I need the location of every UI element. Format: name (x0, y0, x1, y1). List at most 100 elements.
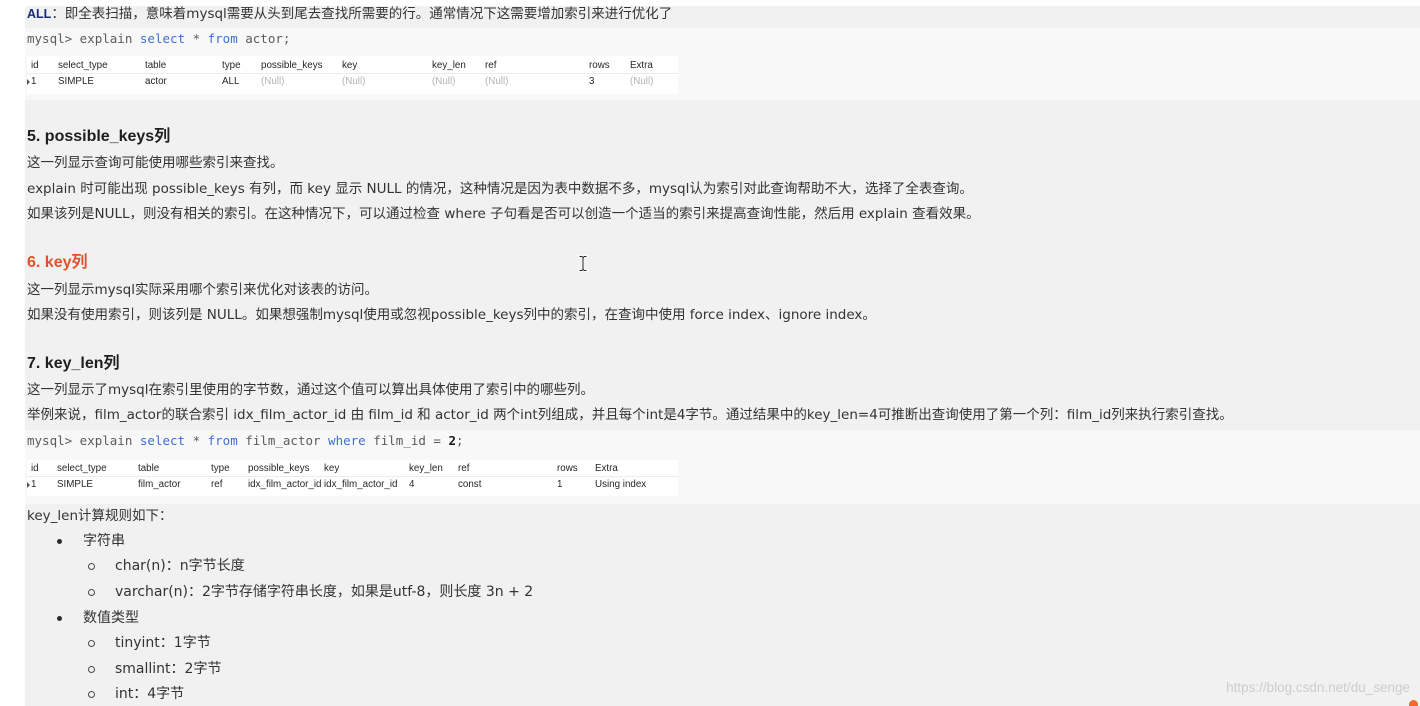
list-item-label: 数值类型 (83, 610, 139, 626)
column-header: table (138, 463, 160, 474)
row-indicator-icon (27, 79, 30, 85)
paragraph: 如果该列是NULL，则没有相关的索引。在这种情况下，可以通过检查 where 子… (27, 206, 980, 222)
list-item: int：4字节 (88, 684, 185, 704)
column-header: key_len (432, 60, 466, 71)
row-indicator-icon (27, 482, 30, 488)
paragraph: 这一列显示了mysql在索引里使用的字节数，通过这个值可以算出具体使用了索引中的… (27, 382, 594, 398)
column-header: select_type (58, 60, 108, 71)
column-header: type (222, 60, 241, 71)
list-item: char(n)：n字节长度 (88, 556, 245, 576)
table-cell: (Null) (342, 76, 366, 87)
column-header: select_type (57, 463, 107, 474)
code-star: * (185, 433, 208, 448)
list-item-string-types: 字符串 (57, 531, 125, 551)
list-item-label: int：4字节 (115, 686, 185, 702)
code-keyword-select: select (139, 31, 186, 46)
table-cell: Using index (595, 479, 647, 490)
code-condition: film_id = (365, 433, 449, 448)
list-item-label: char(n)：n字节长度 (115, 558, 245, 574)
code-terminator: ; (456, 433, 464, 448)
floating-widget-edge (1409, 700, 1418, 706)
table-row: 1 SIMPLE film_actor ref idx_film_actor_i… (27, 477, 678, 493)
section-heading-possible-keys: 5. possible_keys列 (27, 128, 171, 145)
bullet-disc-icon (57, 538, 62, 544)
table-cell: 1 (557, 479, 563, 490)
column-header: key (342, 60, 358, 71)
term-description: ：即全表扫描，意味着mysql需要从头到尾去查找所需要的行。通常情况下这需要增加… (51, 6, 673, 22)
sql-command-actor: mysql> explain select * from actor; (27, 29, 290, 49)
key-len-rules-intro: key_len计算规则如下： (27, 508, 173, 524)
type-all-description: ALL：即全表扫描，意味着mysql需要从头到尾去查找所需要的行。通常情况下这需… (27, 4, 672, 24)
code-keyword-select: select (139, 433, 186, 448)
table-header-row: id select_type table type possible_keys … (27, 58, 678, 74)
section-heading-key-len: 7. key_len列 (27, 355, 120, 372)
list-item: varchar(n)：2字节存储字符串长度，如果是utf-8，则长度 3n + … (88, 582, 534, 602)
bullet-circle-icon (88, 640, 95, 647)
code-keyword-from: from (207, 433, 238, 448)
column-header: possible_keys (248, 463, 310, 474)
table-cell: actor (145, 76, 167, 87)
bullet-circle-icon (88, 589, 95, 596)
table-cell: 4 (409, 479, 415, 490)
table-row: 1 SIMPLE actor ALL (Null) (Null) (Null) … (27, 74, 678, 90)
code-prefix: mysql> explain (27, 433, 140, 448)
bullet-circle-icon (88, 666, 95, 673)
list-item-label: 字符串 (83, 533, 125, 549)
paragraph: 这一列显示查询可能使用哪些索引来查找。 (27, 155, 284, 171)
table-cell: 1 (31, 76, 37, 87)
table-cell: (Null) (432, 76, 456, 87)
table-cell: SIMPLE (58, 76, 94, 87)
column-header: key (324, 463, 340, 474)
list-item-label: tinyint：1字节 (115, 635, 211, 651)
column-header: table (145, 60, 167, 71)
bullet-disc-icon (57, 615, 62, 621)
column-header: id (31, 463, 39, 474)
table-cell: ref (211, 479, 223, 490)
code-table: actor; (237, 31, 291, 46)
text-cursor-icon (578, 255, 588, 272)
code-keyword-from: from (207, 31, 238, 46)
column-header: id (31, 60, 39, 71)
column-header: ref (458, 463, 470, 474)
paragraph: 举例来说，film_actor的联合索引 idx_film_actor_id 由… (27, 407, 1233, 423)
code-star: * (185, 31, 208, 46)
term-all: ALL (27, 7, 52, 21)
list-item-label: varchar(n)：2字节存储字符串长度，如果是utf-8，则长度 3n + … (115, 584, 534, 600)
column-header: type (211, 463, 230, 474)
column-header: key_len (409, 463, 443, 474)
list-item-numeric-types: 数值类型 (57, 608, 139, 628)
paragraph: 如果没有使用索引，则该列是 NULL。如果想强制mysql使用或忽视possib… (27, 307, 876, 323)
code-table: film_actor (237, 433, 329, 448)
table-cell: film_actor (138, 479, 181, 490)
column-header: Extra (630, 60, 653, 71)
list-item: tinyint：1字节 (88, 633, 211, 653)
column-header: possible_keys (261, 60, 323, 71)
column-header: rows (589, 60, 610, 71)
watermark-url: https://blog.csdn.net/du_senge (1226, 680, 1410, 695)
code-prefix: mysql> explain (27, 31, 140, 46)
table-cell: (Null) (630, 76, 654, 87)
bullet-circle-icon (88, 691, 95, 698)
code-number: 2 (448, 433, 457, 448)
column-header: rows (557, 463, 578, 474)
table-cell: SIMPLE (57, 479, 93, 490)
explain-result-table-actor: id select_type table type possible_keys … (27, 56, 678, 94)
sql-command-film-actor: mysql> explain select * from film_actor … (27, 431, 464, 451)
column-header: ref (485, 60, 497, 71)
table-cell: idx_film_actor_id (324, 479, 398, 490)
paragraph: 这一列显示mysql实际采用哪个索引来优化对该表的访问。 (27, 282, 378, 298)
table-cell: 3 (589, 76, 595, 87)
explain-result-table-film-actor: id select_type table type possible_keys … (27, 460, 678, 496)
table-cell: ALL (222, 76, 240, 87)
bullet-circle-icon (88, 563, 95, 570)
section-heading-key: 6. key列 (27, 254, 88, 271)
table-header-row: id select_type table type possible_keys … (27, 461, 678, 477)
column-header: Extra (595, 463, 618, 474)
list-item: smallint：2字节 (88, 659, 221, 679)
paragraph: explain 时可能出现 possible_keys 有列，而 key 显示 … (27, 181, 973, 197)
table-cell: 1 (31, 479, 37, 490)
table-cell: idx_film_actor_id (248, 479, 322, 490)
table-cell: const (458, 479, 482, 490)
code-keyword-where: where (328, 433, 366, 448)
table-cell: (Null) (485, 76, 509, 87)
